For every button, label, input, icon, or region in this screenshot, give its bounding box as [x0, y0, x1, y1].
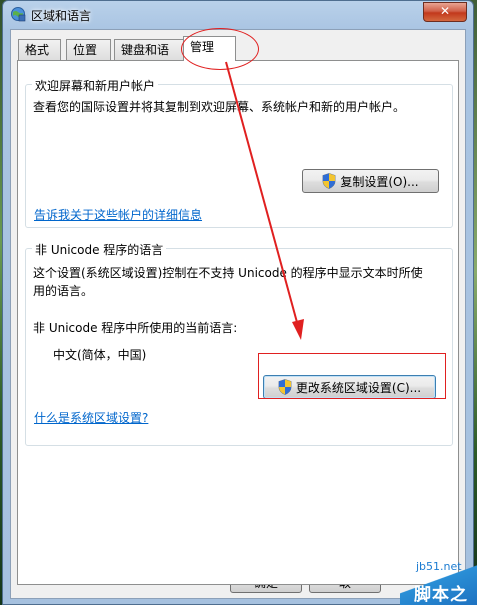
annotation-highlight-box [258, 353, 446, 399]
non-unicode-group-title: 非 Unicode 程序的语言 [32, 241, 167, 258]
annotation-ellipse [181, 28, 259, 70]
accounts-details-link[interactable]: 告诉我关于这些帐户的详细信息 [34, 206, 202, 224]
welcome-group-title: 欢迎屏幕和新用户帐户 [32, 77, 159, 94]
uac-shield-icon [322, 173, 336, 189]
close-button[interactable]: ✕ [423, 2, 467, 22]
region-language-dialog: 区域和语言 ✕ 格式 位置 键盘和语言 管理 欢迎屏幕和新用户帐户 查看您的国际… [2, 0, 474, 605]
welcome-description: 查看您的国际设置并将其复制到欢迎屏幕、系统帐户和新的用户帐户。 [33, 100, 406, 114]
welcome-screen-group: 欢迎屏幕和新用户帐户 查看您的国际设置并将其复制到欢迎屏幕、系统帐户和新的用户帐… [25, 77, 453, 228]
copy-settings-button[interactable]: 复制设置(O)... [302, 169, 439, 193]
watermark-name: 脚本之家 [414, 585, 468, 605]
tab-keyboards-languages[interactable]: 键盘和语言 [114, 39, 184, 77]
current-language-value: 中文(简体，中国) [53, 348, 147, 362]
site-watermark: jb51.net 脚本之家 [400, 556, 477, 605]
tab-format[interactable]: 格式 [18, 39, 61, 60]
non-unicode-description-line1: 这个设置(系统区域设置)控制在不支持 Unicode 的程序中显示文本时所使 [33, 266, 423, 280]
non-unicode-description-line2: 用的语言。 [33, 284, 94, 298]
dialog-client-area: 格式 位置 键盘和语言 管理 欢迎屏幕和新用户帐户 查看您的国际设置并将其复制到… [10, 29, 466, 599]
title-bar[interactable]: 区域和语言 ✕ [3, 1, 473, 29]
current-language-label: 非 Unicode 程序中所使用的当前语言: [33, 321, 238, 335]
non-unicode-group: 非 Unicode 程序的语言 这个设置(系统区域设置)控制在不支持 Unico… [25, 241, 453, 446]
tab-location[interactable]: 位置 [66, 39, 111, 60]
administrative-panel: 欢迎屏幕和新用户帐户 查看您的国际设置并将其复制到欢迎屏幕、系统帐户和新的用户帐… [17, 60, 459, 585]
watermark-url: jb51.net [416, 560, 462, 573]
what-is-system-locale-link[interactable]: 什么是系统区域设置? [34, 409, 148, 427]
globe-icon [11, 7, 26, 22]
copy-settings-label: 复制设置(O)... [340, 174, 419, 189]
window-title: 区域和语言 [31, 9, 92, 23]
